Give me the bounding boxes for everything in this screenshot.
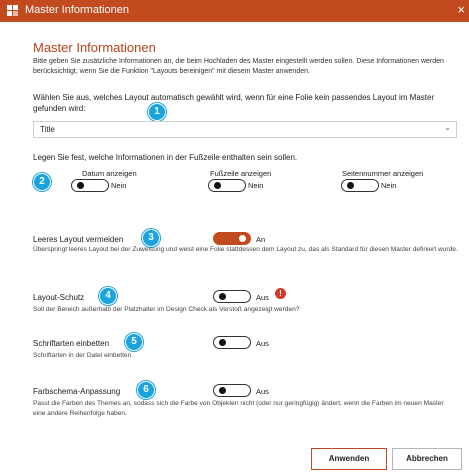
cancel-button[interactable]: Abbrechen — [392, 448, 462, 470]
footer-toggle-label: Fußzeile anzeigen — [210, 169, 272, 178]
title-bar: Master Informationen × — [0, 0, 469, 22]
chevron-down-icon: ⌄ — [444, 123, 451, 132]
window-title: Master Informationen — [25, 4, 129, 16]
dialog-heading: Master Informationen — [33, 40, 156, 55]
layout-protection-description: Soll der Bereich außerhalb der Platzhalt… — [33, 306, 300, 313]
toggle-knob — [239, 235, 246, 242]
empty-layout-description: Überspringt leeres Layout bei der Zuweis… — [33, 246, 458, 253]
toggle-knob — [219, 293, 226, 300]
layout-select-label: Wählen Sie aus, welches Layout automatis… — [33, 93, 435, 113]
date-toggle-label: Datum anzeigen — [82, 169, 137, 178]
empty-layout-state: An — [256, 235, 266, 244]
callout-badge-4: 4 — [99, 287, 117, 305]
embed-fonts-description: Schriftarten in der Datei einbetten. — [33, 352, 134, 359]
empty-layout-toggle[interactable] — [213, 232, 251, 245]
color-scheme-label: Farbschema-Anpassung — [33, 387, 121, 396]
page-number-toggle-state: Nein — [381, 181, 397, 190]
date-toggle-state: Nein — [111, 181, 127, 190]
close-icon[interactable]: × — [457, 2, 465, 17]
toggle-knob — [347, 182, 354, 189]
embed-fonts-toggle[interactable] — [213, 336, 251, 349]
toggle-knob — [219, 387, 226, 394]
layout-protection-state: Aus — [256, 293, 269, 302]
color-scheme-toggle[interactable] — [213, 384, 251, 397]
callout-badge-2: 2 — [33, 173, 51, 191]
app-grid-icon — [7, 5, 19, 17]
page-number-toggle[interactable] — [341, 179, 379, 192]
layout-protection-toggle[interactable] — [213, 290, 251, 303]
callout-badge-6: 6 — [137, 381, 155, 399]
toggle-knob — [214, 182, 221, 189]
embed-fonts-label: Schriftarten einbetten — [33, 339, 110, 348]
color-scheme-description: Passt die Farben des Themes an, sodass s… — [33, 400, 444, 417]
toggle-knob — [77, 182, 84, 189]
layout-dropdown[interactable]: Title ⌄ — [33, 121, 457, 138]
page-number-toggle-label: Seitennummer anzeigen — [342, 169, 424, 178]
layout-dropdown-value: Title — [40, 125, 55, 134]
footer-info-label: Legen Sie fest, welche Informationen in … — [33, 153, 298, 162]
embed-fonts-state: Aus — [256, 339, 269, 348]
date-toggle[interactable] — [71, 179, 109, 192]
intro-text: Bitte geben Sie zusätzliche Informatione… — [33, 58, 444, 75]
callout-badge-5: 5 — [125, 333, 143, 351]
footer-toggle-state: Nein — [248, 181, 264, 190]
toggle-knob — [219, 339, 226, 346]
color-scheme-state: Aus — [256, 387, 269, 396]
master-info-dialog: Master Informationen × Master Informatio… — [0, 0, 469, 474]
footer-toggle[interactable] — [208, 179, 246, 192]
empty-layout-label: Leeres Layout vermeiden — [33, 235, 124, 244]
apply-button[interactable]: Anwenden — [311, 448, 387, 470]
callout-badge-1: 1 — [148, 103, 166, 121]
layout-protection-label: Layout-Schutz — [33, 293, 85, 302]
warning-icon: ! — [275, 288, 286, 299]
